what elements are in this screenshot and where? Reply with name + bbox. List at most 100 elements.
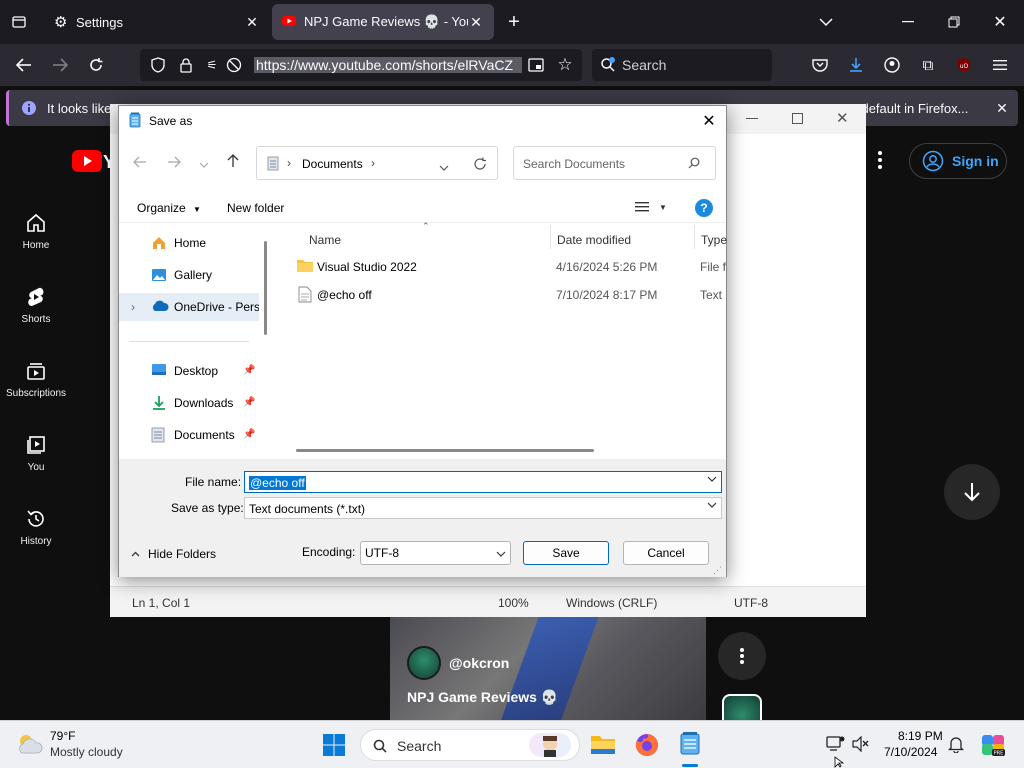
url-bar[interactable]: ⚟ https://www.youtube.com/shorts/elRVaCZ… xyxy=(140,49,582,81)
minimize-icon[interactable] xyxy=(898,12,918,32)
view-options-button[interactable]: ▼ xyxy=(635,201,667,213)
scrollbar[interactable] xyxy=(264,241,267,335)
sidebar-item-you[interactable]: You xyxy=(0,434,72,473)
nav-item-desktop[interactable]: Desktop 📌 xyxy=(119,357,259,385)
taskbar-search[interactable]: Search xyxy=(360,729,580,761)
organize-button[interactable]: Organize ▼ xyxy=(137,201,201,215)
start-button[interactable] xyxy=(322,733,346,760)
chevron-right-icon[interactable]: › xyxy=(371,156,375,170)
divider xyxy=(129,341,249,342)
permissions-icon[interactable]: ⚟ xyxy=(204,57,220,73)
weather-widget[interactable]: 79°F Mostly cloudy xyxy=(0,721,140,768)
close-tab-icon[interactable]: ✕ xyxy=(244,14,260,31)
file-name-field[interactable]: @echo off xyxy=(244,471,722,493)
save-button[interactable]: Save xyxy=(523,541,609,565)
channel-info[interactable]: @okcron xyxy=(407,646,509,680)
tab-settings[interactable]: ⚙ Settings ✕ xyxy=(44,4,270,40)
avatar[interactable] xyxy=(407,646,441,680)
recent-locations-icon[interactable] xyxy=(199,158,209,172)
account-icon[interactable] xyxy=(882,55,902,75)
file-name-value[interactable]: @echo off xyxy=(249,476,306,490)
minimize-icon[interactable] xyxy=(746,118,758,119)
search-input[interactable]: Search Documents xyxy=(513,146,716,180)
close-window-icon[interactable]: ✕ xyxy=(990,12,1010,32)
lock-icon[interactable] xyxy=(178,57,194,73)
column-header-date[interactable]: Date modified xyxy=(557,233,631,247)
breadcrumb[interactable]: Documents xyxy=(302,157,363,171)
copilot-icon[interactable]: PRE xyxy=(980,732,1006,761)
encoding-select[interactable]: UTF-8 xyxy=(360,541,511,565)
address-bar[interactable]: › Documents › xyxy=(256,146,498,180)
back-arrow-icon[interactable] xyxy=(133,156,147,171)
hide-folders-button[interactable]: Hide Folders xyxy=(131,547,216,561)
notepad-taskbar-icon[interactable] xyxy=(678,731,702,758)
downloads-icon[interactable] xyxy=(846,55,866,75)
bell-icon[interactable] xyxy=(947,735,965,756)
url-text[interactable]: https://www.youtube.com/shorts/elRVaCZ xyxy=(254,57,522,73)
chevron-down-icon[interactable] xyxy=(707,501,717,512)
nav-item-downloads[interactable]: Downloads 📌 xyxy=(119,389,259,417)
sign-in-button[interactable]: Sign in xyxy=(909,143,1007,179)
list-item[interactable]: Visual Studio 2022 4/16/2024 5:26 PM Fil… xyxy=(276,253,726,281)
volume-muted-icon[interactable] xyxy=(852,735,870,755)
cancel-button[interactable]: Cancel xyxy=(623,541,709,565)
close-icon[interactable]: ✕ xyxy=(836,109,849,127)
extensions-icon[interactable]: ⧉ xyxy=(918,55,938,75)
youtube-logo[interactable]: Y xyxy=(72,150,115,175)
chevron-down-icon[interactable] xyxy=(439,161,449,175)
ublock-icon[interactable]: uO xyxy=(954,55,974,75)
sidebar-item-history[interactable]: History xyxy=(0,508,72,547)
youtube-more-icon[interactable] xyxy=(876,150,884,173)
nav-item-home[interactable]: Home xyxy=(119,229,259,257)
nav-item-gallery[interactable]: Gallery xyxy=(119,261,259,289)
zoom-level: 100% xyxy=(498,596,529,610)
help-icon[interactable]: ? xyxy=(695,199,713,217)
refresh-icon[interactable] xyxy=(473,157,487,174)
restore-icon[interactable] xyxy=(944,12,964,32)
maximize-icon[interactable] xyxy=(792,113,803,124)
nav-item-onedrive[interactable]: › OneDrive - Personal xyxy=(119,293,259,321)
star-icon[interactable]: ☆ xyxy=(556,55,574,74)
video-more-button[interactable] xyxy=(718,632,766,680)
channel-name[interactable]: @okcron xyxy=(449,655,509,671)
chevron-right-icon[interactable]: › xyxy=(131,300,135,314)
nav-item-documents[interactable]: Documents 📌 xyxy=(119,421,259,449)
sidebar-item-shorts[interactable]: Shorts xyxy=(0,286,72,325)
chevron-down-icon[interactable] xyxy=(707,475,717,486)
search-bar[interactable]: Search xyxy=(592,49,772,81)
picture-in-picture-icon[interactable] xyxy=(528,57,544,73)
sidebar-item-home[interactable]: Home xyxy=(0,212,72,251)
close-tab-icon[interactable]: ✕ xyxy=(468,14,484,31)
forward-arrow-icon[interactable] xyxy=(167,156,181,171)
shield-icon[interactable] xyxy=(150,57,166,73)
network-icon[interactable] xyxy=(826,735,846,756)
sidebar-item-subscriptions[interactable]: Subscriptions xyxy=(0,360,72,399)
save-type-select[interactable]: Text documents (*.txt) xyxy=(244,497,722,519)
autoplay-blocked-icon[interactable] xyxy=(226,57,242,73)
tab-list-icon[interactable] xyxy=(8,12,30,32)
up-arrow-icon[interactable] xyxy=(227,154,239,171)
close-infobar-icon[interactable]: ✕ xyxy=(993,99,1011,117)
reload-icon[interactable] xyxy=(86,55,106,75)
resize-grip-icon[interactable]: ⋰ xyxy=(713,565,722,576)
search-engine-icon[interactable] xyxy=(600,57,616,73)
close-icon[interactable]: ✕ xyxy=(697,111,721,131)
tab-youtube[interactable]: NPJ Game Reviews 💀 - YouTube ✕ xyxy=(272,4,494,40)
avatar[interactable] xyxy=(722,694,762,720)
new-tab-icon[interactable]: + xyxy=(504,11,524,33)
scrollbar[interactable] xyxy=(296,449,594,452)
list-item[interactable]: @echo off 7/10/2024 8:17 PM Text Documen… xyxy=(276,281,726,309)
clock[interactable]: 8:19 PM 7/10/2024 xyxy=(880,721,944,768)
pocket-icon[interactable] xyxy=(810,55,830,75)
new-folder-button[interactable]: New folder xyxy=(227,201,284,215)
column-header-name[interactable]: Name xyxy=(309,233,341,247)
file-explorer-taskbar-icon[interactable] xyxy=(590,733,616,758)
chevron-down-icon[interactable] xyxy=(816,12,836,32)
next-video-button[interactable] xyxy=(944,464,1000,520)
chevron-down-icon[interactable] xyxy=(496,547,506,561)
forward-arrow-icon[interactable] xyxy=(50,55,70,75)
menu-icon[interactable] xyxy=(990,55,1010,75)
column-header-type[interactable]: Type xyxy=(701,233,727,247)
firefox-taskbar-icon[interactable] xyxy=(634,732,660,761)
back-arrow-icon[interactable] xyxy=(14,55,34,75)
